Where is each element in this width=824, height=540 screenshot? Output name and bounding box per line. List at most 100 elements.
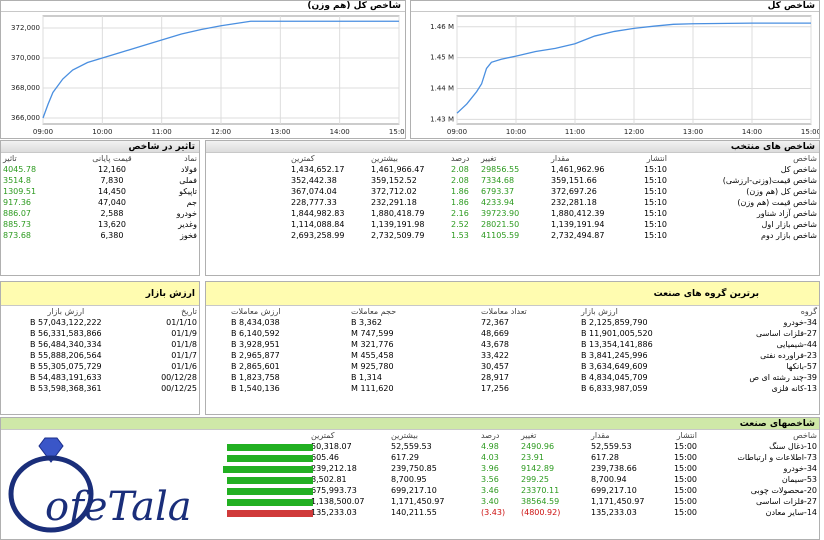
spacer — [206, 317, 229, 328]
trade-volume-cell: 925,780 M — [351, 362, 394, 371]
sectors-header: مقدار — [591, 431, 610, 440]
group-row[interactable]: 44-شیمیایی 13,354,141,886 B 43,678 321,776 … — [206, 339, 819, 350]
low-cell: 1,434,652.17 — [291, 165, 345, 174]
impact-row[interactable]: فولاد 12,160 4045.78 — [1, 164, 199, 175]
impact-title: تاثیر در شاخص — [1, 141, 199, 153]
sectors-title: شاخصهای صنعت — [1, 418, 819, 430]
market-value-row[interactable]: 01/1/8 56,484,340,334 B — [1, 339, 199, 350]
symbol-cell: فولاد — [180, 165, 197, 174]
value-cell: 1,171,450.97 — [591, 497, 645, 506]
symbol-cell: خودرو — [176, 209, 197, 218]
impact-row[interactable]: وغدیر 13,620 885.73 — [1, 219, 199, 230]
market-value-row[interactable]: 01/1/9 56,331,583,866 B — [1, 328, 199, 339]
market-value-row[interactable]: 00/12/25 53,598,368,361 B — [1, 383, 199, 394]
index-row[interactable]: شاخص بازار دوم 15:10 2,732,494.87 41105.59 1… — [206, 230, 819, 241]
market-value-cell: 11,901,005,520 B — [581, 329, 653, 338]
market-value-cell: 13,354,141,886 B — [581, 340, 653, 349]
impact-row[interactable]: خودرو 2,588 886.07 — [1, 208, 199, 219]
y-tick-label: 368,000 — [11, 84, 40, 92]
percent-cell: 2.08 — [451, 165, 469, 174]
trade-volume-cell: 455,458 M — [351, 351, 394, 360]
impact-row[interactable]: تاپیکو 14,450 1309.51 — [1, 186, 199, 197]
value-cell: 699,217.10 — [591, 486, 637, 495]
impact-row[interactable]: فملی 7,830 3514.8 — [1, 175, 199, 186]
y-tick-label: 1.46 M — [430, 23, 454, 31]
value-cell: 8,700.94 — [591, 475, 627, 484]
publish-time-cell: 15:10 — [643, 231, 667, 240]
index-row[interactable]: شاخص بازار اول 15:10 1,139,191.94 28021.50 2… — [206, 219, 819, 230]
trade-count-cell: 48,669 — [481, 329, 509, 338]
index-row[interactable]: شاخص کل (هم وزن) 15:10 372,697.26 6793.37 1.… — [206, 186, 819, 197]
selected-indices-panel: شاخص های منتخب شاخص انتشار مقدار تغییر د… — [205, 140, 820, 276]
sector-strength-bar — [223, 466, 313, 473]
final-price-cell: 7,830 — [100, 176, 124, 185]
high-cell: 372,712.02 — [371, 187, 417, 196]
market-value-cell: 54,483,191,633 B — [29, 373, 102, 382]
index-name-cell: شاخص قیمت(وزنی-ارزشی) — [722, 176, 817, 185]
index-row[interactable]: شاخص قیمت(وزنی-ارزشی) 15:10 359,151.66 7334… — [206, 175, 819, 186]
value-cell: 2,732,494.87 — [551, 231, 605, 240]
market-value-row[interactable]: 01/1/10 57,043,122,222 B — [1, 317, 199, 328]
sectors-header: بیشترین — [391, 431, 418, 440]
spacer — [206, 230, 289, 241]
group-name-cell: 44-شیمیایی — [776, 340, 817, 349]
final-price-cell: 13,620 — [98, 220, 126, 229]
high-cell: 359,152.52 — [371, 176, 417, 185]
low-cell: 8,502.81 — [311, 475, 347, 484]
trade-value-cell: 1,540,136 B — [231, 384, 280, 393]
percent-cell: 2.52 — [451, 220, 469, 229]
market-value-row[interactable]: 00/12/28 54,483,191,633 B — [1, 372, 199, 383]
trade-count-cell: 43,678 — [481, 340, 509, 349]
impact-row[interactable]: فخوز 6,380 873.68 — [1, 230, 199, 241]
high-cell: 232,291.18 — [371, 198, 417, 207]
ofetala-logo: ofeTala — [5, 432, 225, 539]
y-tick-label: 370,000 — [11, 54, 40, 62]
spacer — [206, 164, 289, 175]
spacer — [206, 372, 229, 383]
index-row[interactable]: شاخص آزاد شناور 15:10 1,880,412.39 39723.90… — [206, 208, 819, 219]
spacer — [206, 186, 289, 197]
top-groups-table: گروه ارزش بازار تعداد معاملات حجم معاملا… — [206, 306, 819, 394]
trade-count-cell: 30,457 — [481, 362, 509, 371]
impact-row[interactable]: جم 47,040 917.36 — [1, 197, 199, 208]
publish-time-cell: 15:00 — [673, 464, 697, 473]
sectors-header: انتشار — [676, 431, 697, 440]
change-cell: 23.91 — [521, 453, 544, 462]
change-cell: 4233.94 — [481, 198, 515, 207]
group-name-cell: 39-چند رشته ای ص — [749, 373, 817, 382]
publish-time-cell: 15:00 — [673, 486, 697, 495]
index-row[interactable]: شاخص کل 15:10 1,461,962.96 29856.55 2.08 1,46… — [206, 164, 819, 175]
group-row[interactable]: 34-خودرو 2,125,859,790 B 72,367 3,362 B 8,43… — [206, 317, 819, 328]
change-cell: 28021.50 — [481, 220, 520, 229]
high-cell: 617.29 — [391, 453, 419, 462]
group-row[interactable]: 57-بانکها 3,634,649,609 B 30,457 925,780 M 2… — [206, 361, 819, 372]
top-industry-groups-panel: برترین گروه های صنعت گروه ارزش بازار تعد… — [205, 281, 820, 415]
group-row[interactable]: 13-کانه فلزی 6,833,987,059 B 17,256 111,620… — [206, 383, 819, 394]
chart-index-equal-weight-panel: شاخص کل (هم وزن) 09:00 10:00 11:00 12:00 13:… — [0, 0, 406, 139]
low-cell: 239,212.18 — [311, 464, 357, 473]
percent-cell: 1.53 — [451, 231, 469, 240]
index-row[interactable]: شاخص قیمت (هم وزن) 15:10 232,281.18 4233.94… — [206, 197, 819, 208]
spacer — [206, 383, 229, 394]
spacer — [206, 350, 229, 361]
group-row[interactable]: 39-چند رشته ای ص 4,834,045,709 B 28,917 1,3… — [206, 372, 819, 383]
group-row[interactable]: 23-فراورده نفتی 3,841,245,996 B 33,422 455,… — [206, 350, 819, 361]
market-value-row[interactable]: 01/1/6 55,305,075,729 B — [1, 361, 199, 372]
date-cell: 01/1/9 — [171, 329, 197, 338]
value-cell: 239,738.66 — [591, 464, 637, 473]
indices-table: شاخص انتشار مقدار تغییر درصد بیشترین کمت… — [206, 153, 819, 241]
spacer — [206, 208, 289, 219]
market-value-row[interactable]: 01/1/7 55,888,206,564 B — [1, 350, 199, 361]
index-name-cell: شاخص کل — [780, 165, 817, 174]
change-cell: 299.25 — [521, 475, 549, 484]
value-cell: 52,559.53 — [591, 442, 632, 451]
percent-cell: 2.08 — [451, 176, 469, 185]
final-price-cell: 6,380 — [100, 231, 124, 240]
trade-volume-cell: 1,314 B — [351, 373, 382, 382]
sectors-header: تغییر — [521, 431, 537, 440]
group-row[interactable]: 27-فلزات اساسی 11,901,005,520 B 48,669 747,… — [206, 328, 819, 339]
change-cell: 38564.59 — [521, 497, 560, 506]
top-groups-header: ارزش بازار — [581, 307, 618, 316]
market-value-cell: 55,888,206,564 B — [29, 351, 102, 360]
date-cell: 00/12/28 — [161, 373, 197, 382]
